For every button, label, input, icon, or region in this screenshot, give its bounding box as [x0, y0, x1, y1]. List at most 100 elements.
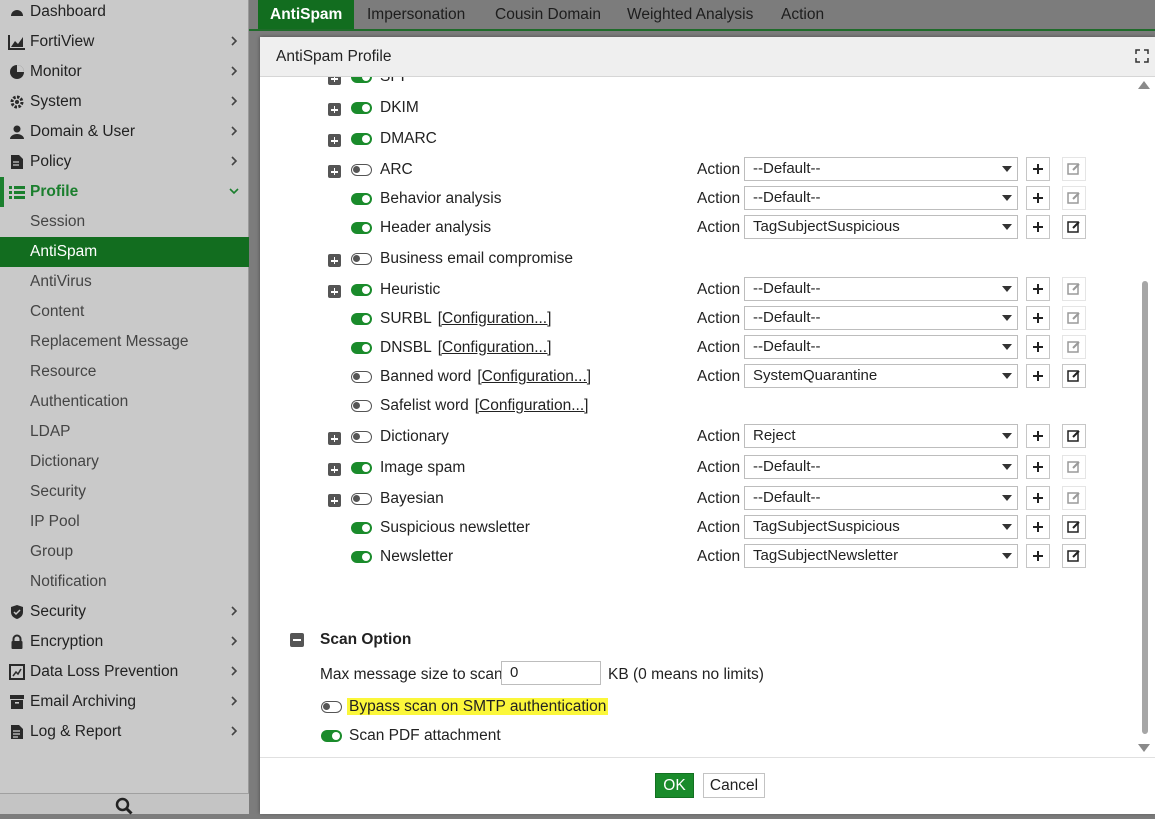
- behavior-analysis-action-select[interactable]: --Default--: [744, 186, 1018, 210]
- expand-arc-icon[interactable]: [328, 165, 341, 178]
- arc-toggle[interactable]: [351, 164, 372, 176]
- sidebar-item-dashboard-menu[interactable]: Dashboard: [0, 0, 249, 27]
- surbl-toggle[interactable]: [351, 313, 372, 325]
- header-analysis-action-select[interactable]: TagSubjectSuspicious: [744, 215, 1018, 239]
- banned-word-action-select[interactable]: SystemQuarantine: [744, 364, 1018, 388]
- sidebar-item-monitor-menu[interactable]: Monitor: [0, 57, 249, 87]
- spf-toggle[interactable]: [351, 77, 372, 83]
- surbl-edit-button[interactable]: [1062, 306, 1086, 330]
- image-spam-add-button[interactable]: [1026, 455, 1050, 479]
- collapse-scan-option-icon[interactable]: [290, 633, 304, 647]
- sidebar-item-resource[interactable]: Resource: [0, 357, 249, 387]
- newsletter-toggle[interactable]: [351, 551, 372, 563]
- expand-image-spam-icon[interactable]: [328, 463, 341, 476]
- expand-icon[interactable]: [1135, 49, 1149, 63]
- tab-weighted-analysis[interactable]: Weighted Analysis: [615, 0, 765, 29]
- surbl-configuration-link[interactable]: [Configuration...]: [438, 310, 552, 327]
- expand-dictionary-icon[interactable]: [328, 432, 341, 445]
- sidebar-item-antivirus[interactable]: AntiVirus: [0, 267, 249, 297]
- max-size-input[interactable]: 0: [501, 661, 601, 685]
- behavior-analysis-add-button[interactable]: [1026, 186, 1050, 210]
- dnsbl-edit-button[interactable]: [1062, 335, 1086, 359]
- cancel-button[interactable]: Cancel: [703, 773, 765, 798]
- dnsbl-toggle[interactable]: [351, 342, 372, 354]
- sidebar-item-replacement-message[interactable]: Replacement Message: [0, 327, 249, 357]
- tab-impersonation[interactable]: Impersonation: [355, 0, 477, 29]
- dictionary-edit-button[interactable]: [1062, 424, 1086, 448]
- banned-word-edit-button[interactable]: [1062, 364, 1086, 388]
- expand-spf-icon[interactable]: [328, 77, 341, 85]
- expand-dkim-icon[interactable]: [328, 103, 341, 116]
- tab-cousin-domain[interactable]: Cousin Domain: [483, 0, 613, 29]
- sidebar-item-content[interactable]: Content: [0, 297, 249, 327]
- sidebar-item-security[interactable]: Security: [0, 477, 249, 507]
- sidebar-item-session[interactable]: Session: [0, 207, 249, 237]
- dkim-toggle[interactable]: [351, 102, 372, 114]
- sidebar-item-log-and-report-menu[interactable]: Log & Report: [0, 717, 249, 747]
- surbl-add-button[interactable]: [1026, 306, 1050, 330]
- expand-dmarc-icon[interactable]: [328, 134, 341, 147]
- suspicious-newsletter-add-button[interactable]: [1026, 515, 1050, 539]
- ok-button[interactable]: OK: [655, 773, 694, 798]
- dnsbl-configuration-link[interactable]: [Configuration...]: [438, 339, 552, 356]
- expand-heuristic-icon[interactable]: [328, 285, 341, 298]
- sidebar-item-ldap[interactable]: LDAP: [0, 417, 249, 447]
- image-spam-toggle[interactable]: [351, 462, 372, 474]
- sidebar-item-dictionary[interactable]: Dictionary: [0, 447, 249, 477]
- bayesian-add-button[interactable]: [1026, 486, 1050, 510]
- sidebar-item-fortiview-menu[interactable]: FortiView: [0, 27, 249, 57]
- arc-add-button[interactable]: [1026, 157, 1050, 181]
- surbl-action-select[interactable]: --Default--: [744, 306, 1018, 330]
- heuristic-action-select[interactable]: --Default--: [744, 277, 1018, 301]
- suspicious-newsletter-toggle[interactable]: [351, 522, 372, 534]
- sidebar-item-profile-menu[interactable]: Profile: [0, 177, 249, 207]
- newsletter-edit-button[interactable]: [1062, 544, 1086, 568]
- newsletter-add-button[interactable]: [1026, 544, 1050, 568]
- heuristic-toggle[interactable]: [351, 284, 372, 296]
- image-spam-action-select[interactable]: --Default--: [744, 455, 1018, 479]
- banned-word-toggle[interactable]: [351, 371, 372, 383]
- banned-word-configuration-link[interactable]: [Configuration...]: [477, 368, 591, 385]
- safelist-word-toggle[interactable]: [351, 400, 372, 412]
- search-icon[interactable]: [115, 797, 133, 819]
- heuristic-add-button[interactable]: [1026, 277, 1050, 301]
- heuristic-edit-button[interactable]: [1062, 277, 1086, 301]
- behavior-analysis-edit-button[interactable]: [1062, 186, 1086, 210]
- suspicious-newsletter-action-select[interactable]: TagSubjectSuspicious: [744, 515, 1018, 539]
- expand-business-email-compromise-icon[interactable]: [328, 254, 341, 267]
- scroll-up-arrow[interactable]: [1138, 81, 1150, 89]
- bypass-scan-on-smtp-authentication-toggle[interactable]: [321, 701, 342, 713]
- bayesian-action-select[interactable]: --Default--: [744, 486, 1018, 510]
- dictionary-toggle[interactable]: [351, 431, 372, 443]
- dmarc-toggle[interactable]: [351, 133, 372, 145]
- dictionary-action-select[interactable]: Reject: [744, 424, 1018, 448]
- behavior-analysis-toggle[interactable]: [351, 193, 372, 205]
- tab-antispam[interactable]: AntiSpam: [258, 0, 355, 29]
- banned-word-add-button[interactable]: [1026, 364, 1050, 388]
- sidebar-item-authentication[interactable]: Authentication: [0, 387, 249, 417]
- dnsbl-add-button[interactable]: [1026, 335, 1050, 359]
- expand-bayesian-icon[interactable]: [328, 494, 341, 507]
- dictionary-add-button[interactable]: [1026, 424, 1050, 448]
- sidebar-item-encryption-menu[interactable]: Encryption: [0, 627, 249, 657]
- sidebar-item-group[interactable]: Group: [0, 537, 249, 567]
- header-analysis-edit-button[interactable]: [1062, 215, 1086, 239]
- arc-action-select[interactable]: --Default--: [744, 157, 1018, 181]
- sidebar-item-data-loss-prevention-menu[interactable]: Data Loss Prevention: [0, 657, 249, 687]
- sidebar-item-antispam[interactable]: AntiSpam: [0, 237, 249, 267]
- business-email-compromise-toggle[interactable]: [351, 253, 372, 265]
- scrollbar-thumb[interactable]: [1142, 281, 1148, 734]
- image-spam-edit-button[interactable]: [1062, 455, 1086, 479]
- bayesian-toggle[interactable]: [351, 493, 372, 505]
- dnsbl-action-select[interactable]: --Default--: [744, 335, 1018, 359]
- sidebar-item-security-menu[interactable]: Security: [0, 597, 249, 627]
- sidebar-item-domain-and-user-menu[interactable]: Domain & User: [0, 117, 249, 147]
- scan-pdf-attachment-toggle[interactable]: [321, 730, 342, 742]
- header-analysis-add-button[interactable]: [1026, 215, 1050, 239]
- tab-action[interactable]: Action: [769, 0, 836, 29]
- sidebar-item-system-menu[interactable]: System: [0, 87, 249, 117]
- header-analysis-toggle[interactable]: [351, 222, 372, 234]
- scroll-down-arrow[interactable]: [1138, 744, 1150, 752]
- sidebar-item-email-archiving-menu[interactable]: Email Archiving: [0, 687, 249, 717]
- bayesian-edit-button[interactable]: [1062, 486, 1086, 510]
